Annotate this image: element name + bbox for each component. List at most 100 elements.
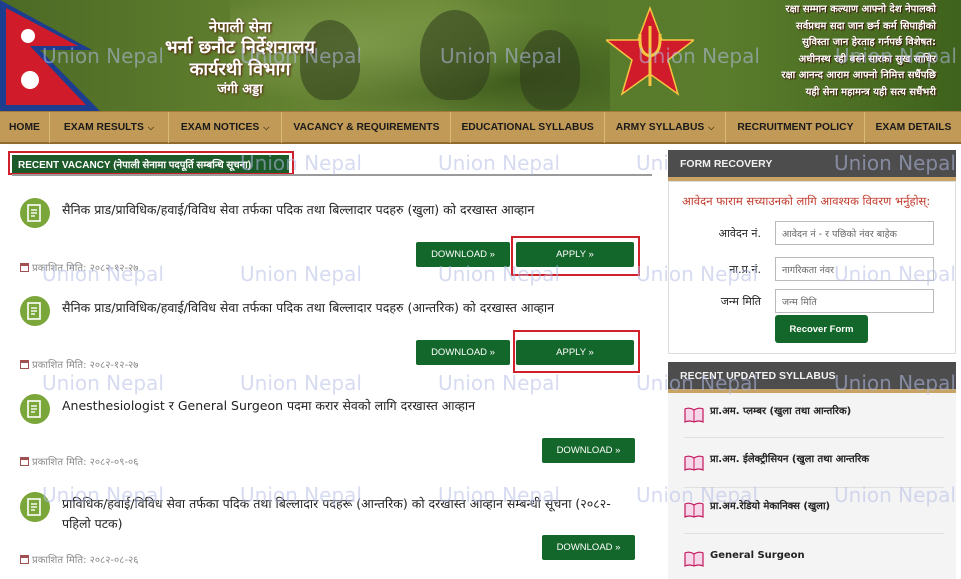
vacancy-title[interactable]: सैनिक प्राड/प्राविधिक/हवाई/विविध सेवा तर… <box>62 298 634 318</box>
date-of-birth-label: जन्म मिति <box>720 295 761 308</box>
nav-label: ARMY SYLLABUS <box>615 122 705 133</box>
vacancy-title[interactable]: प्राविधिक/हवाई/विविध सेवा तर्फका पदिक तथ… <box>62 494 634 534</box>
watermark: Union Nepal <box>42 371 164 395</box>
banner-line-2: भर्ना छनौट निर्देशनालय <box>165 37 315 58</box>
slogan-line: सुविस्ता जान हेरताह गर्नपर्छ विशेषत: <box>802 37 936 48</box>
calendar-icon <box>20 456 29 466</box>
application-number-label: आवेदन नं. <box>718 227 761 240</box>
vacancy-item: प्राविधिक/हवाई/विविध सेवा तर्फका पदिक तथ… <box>18 492 638 572</box>
download-button[interactable]: DOWNLOAD » <box>416 340 510 365</box>
syllabus-list: प्रा.अम. प्लम्बर (खुला तथा आन्तरिक) प्रा… <box>668 393 956 579</box>
list-divider <box>684 437 944 438</box>
apply-highlight <box>513 330 640 373</box>
recent-vacancy-section: RECENT VACANCY (नेपाली सेनामा पदपूर्ति स… <box>0 146 758 579</box>
application-number-input[interactable]: आवेदन नं - र पछिको नंवर बाहेक <box>775 221 934 245</box>
nav-label: EXAM NOTICES <box>180 122 260 133</box>
watermark: Union Nepal <box>240 371 362 395</box>
watermark: Union Nepal <box>438 151 560 175</box>
published-date: प्रकाशित मिति: २०८२-१२-२७ <box>20 260 138 274</box>
download-button[interactable]: DOWNLOAD » <box>416 242 510 267</box>
banner-soldier-shape <box>420 10 490 100</box>
nepal-flag-icon <box>0 0 100 111</box>
syllabus-title: प्रा.अम. ईलेक्ट्रीसियन (खुला तथा आन्तरिक <box>710 454 870 465</box>
download-button[interactable]: DOWNLOAD » <box>542 535 635 560</box>
citizenship-number-input[interactable]: नागरिकता नंवर <box>775 257 934 281</box>
syllabus-title: प्रा.अम. प्लम्बर (खुला तथा आन्तरिक) <box>710 406 852 417</box>
syllabus-item[interactable]: प्रा.अम. प्लम्बर (खुला तथा आन्तरिक) <box>684 405 944 423</box>
document-edit-icon <box>20 296 50 326</box>
banner-title: नेपाली सेना भर्ना छनौट निर्देशनालय कार्य… <box>120 18 360 98</box>
form-recovery-panel: FORM RECOVERY आवेदन फाराम सच्याउनको लागि… <box>668 150 956 354</box>
nav-exam-results[interactable]: EXAM RESULTS ⌵ <box>50 112 169 143</box>
vacancy-title[interactable]: Anesthesiologist र General Surgeon पदमा … <box>62 396 634 416</box>
citizenship-number-label: ना.प्र.नं. <box>729 263 761 276</box>
document-edit-icon <box>20 394 50 424</box>
syllabus-item[interactable]: General Surgeon <box>684 549 944 567</box>
vacancy-item: Anesthesiologist र General Surgeon पदमा … <box>18 394 638 472</box>
chevron-down-icon: ⌵ <box>263 122 270 132</box>
banner-line-4: जंगी अड्डा <box>217 82 263 97</box>
slogan-line: रक्षा आनन्द आराम आफ्नो निमित्त सधैंपछि <box>781 70 936 81</box>
published-date: प्रकाशित मिति: २०८२-०९-०६ <box>20 454 138 468</box>
nav-label: RECRUITMENT POLICY <box>737 122 854 133</box>
published-date-text: प्रकाशित मिति: २०८२-०९-०६ <box>32 457 139 468</box>
form-recovery-title: FORM RECOVERY <box>668 150 956 178</box>
apply-highlight <box>511 236 640 276</box>
nav-label: VACANCY & REQUIREMENTS <box>293 122 440 133</box>
calendar-icon <box>20 262 29 272</box>
nav-exam-notices[interactable]: EXAM NOTICES ⌵ <box>169 112 283 143</box>
download-button[interactable]: DOWNLOAD » <box>542 438 635 463</box>
nepali-army-emblem-icon <box>606 6 694 96</box>
recent-syllabus-title: RECENT UPDATED SYLLABUS <box>668 362 956 390</box>
recent-syllabus-panel: RECENT UPDATED SYLLABUS प्रा.अम. प्लम्बर… <box>668 362 956 579</box>
nav-label: EDUCATIONAL SYLLABUS <box>461 122 594 133</box>
recent-vacancy-highlight <box>8 151 294 175</box>
watermark: Union Nepal <box>438 371 560 395</box>
banner-soldier-shape <box>520 30 580 110</box>
section-divider <box>12 174 652 176</box>
nav-home[interactable]: HOME <box>0 112 50 143</box>
banner-line-3: कार्यरथी विभाग <box>189 59 291 80</box>
date-of-birth-input[interactable]: जन्म मिति <box>775 289 934 313</box>
nav-label: EXAM DETAILS <box>875 122 952 133</box>
header-banner: नेपाली सेना भर्ना छनौट निर्देशनालय कार्य… <box>0 0 961 111</box>
nav-vacancy-requirements[interactable]: VACANCY & REQUIREMENTS <box>282 112 452 143</box>
list-divider <box>684 533 944 534</box>
slogan-line: अधीनस्थ रही बस्ने सारका सुख साधिर <box>798 53 936 65</box>
list-divider <box>684 487 944 488</box>
published-date: प्रकाशित मिति: २०८२-०८-२६ <box>20 552 138 566</box>
nav-educational-syllabus[interactable]: EDUCATIONAL SYLLABUS <box>451 112 605 143</box>
document-edit-icon <box>20 492 50 522</box>
banner-line-1: नेपाली सेना <box>208 18 272 36</box>
form-hint: आवेदन फाराम सच्याउनको लागि आवश्यक विवरण … <box>682 194 931 208</box>
published-date-text: प्रकाशित मिति: २०८२-१२-२७ <box>32 263 139 274</box>
nav-label: EXAM RESULTS <box>63 122 144 133</box>
book-icon <box>684 551 704 567</box>
slogan-line: यही सेना महामन्त्र यही सत्य सधैंभरी <box>805 86 936 98</box>
page: नेपाली सेना भर्ना छनौट निर्देशनालय कार्य… <box>0 0 961 579</box>
chevron-down-icon: ⌵ <box>708 122 715 132</box>
vacancy-item: सैनिक प्राड/प्राविधिक/हवाई/विविध सेवा तर… <box>18 198 640 276</box>
syllabus-item[interactable]: प्रा.अम.रेडियो मेकानिक्स (खुला) <box>684 500 944 518</box>
nav-exam-details[interactable]: EXAM DETAILS <box>865 112 961 143</box>
syllabus-item[interactable]: प्रा.अम. ईलेक्ट्रीसियन (खुला तथा आन्तरिक <box>684 453 944 471</box>
nav-army-syllabus[interactable]: ARMY SYLLABUS ⌵ <box>605 112 727 143</box>
slogan-line: रक्षा सम्मान कल्याण आफ्नो देश नेपालको <box>785 4 936 15</box>
nav-recruitment-policy[interactable]: RECRUITMENT POLICY <box>726 112 866 143</box>
calendar-icon <box>20 554 29 564</box>
published-date-text: प्रकाशित मिति: २०८२-१२-२७ <box>32 360 139 371</box>
syllabus-title: प्रा.अम.रेडियो मेकानिक्स (खुला) <box>710 501 831 512</box>
banner-slogans: रक्षा सम्मान कल्याण आफ्नो देश नेपालको सर… <box>706 2 936 101</box>
book-icon <box>684 455 704 471</box>
book-icon <box>684 502 704 518</box>
published-date: प्रकाशित मिति: २०८२-१२-२७ <box>20 357 138 371</box>
calendar-icon <box>20 359 29 369</box>
document-edit-icon <box>20 198 50 228</box>
published-date-text: प्रकाशित मिति: २०८२-०८-२६ <box>32 555 139 566</box>
syllabus-title: General Surgeon <box>710 550 805 561</box>
book-icon <box>684 407 704 423</box>
recover-form-button[interactable]: Recover Form <box>775 315 868 343</box>
chevron-down-icon: ⌵ <box>147 122 154 132</box>
vacancy-title[interactable]: सैनिक प्राड/प्राविधिक/हवाई/विविध सेवा तर… <box>62 200 634 220</box>
main-nav: HOME EXAM RESULTS ⌵ EXAM NOTICES ⌵ VACANCY… <box>0 111 961 144</box>
